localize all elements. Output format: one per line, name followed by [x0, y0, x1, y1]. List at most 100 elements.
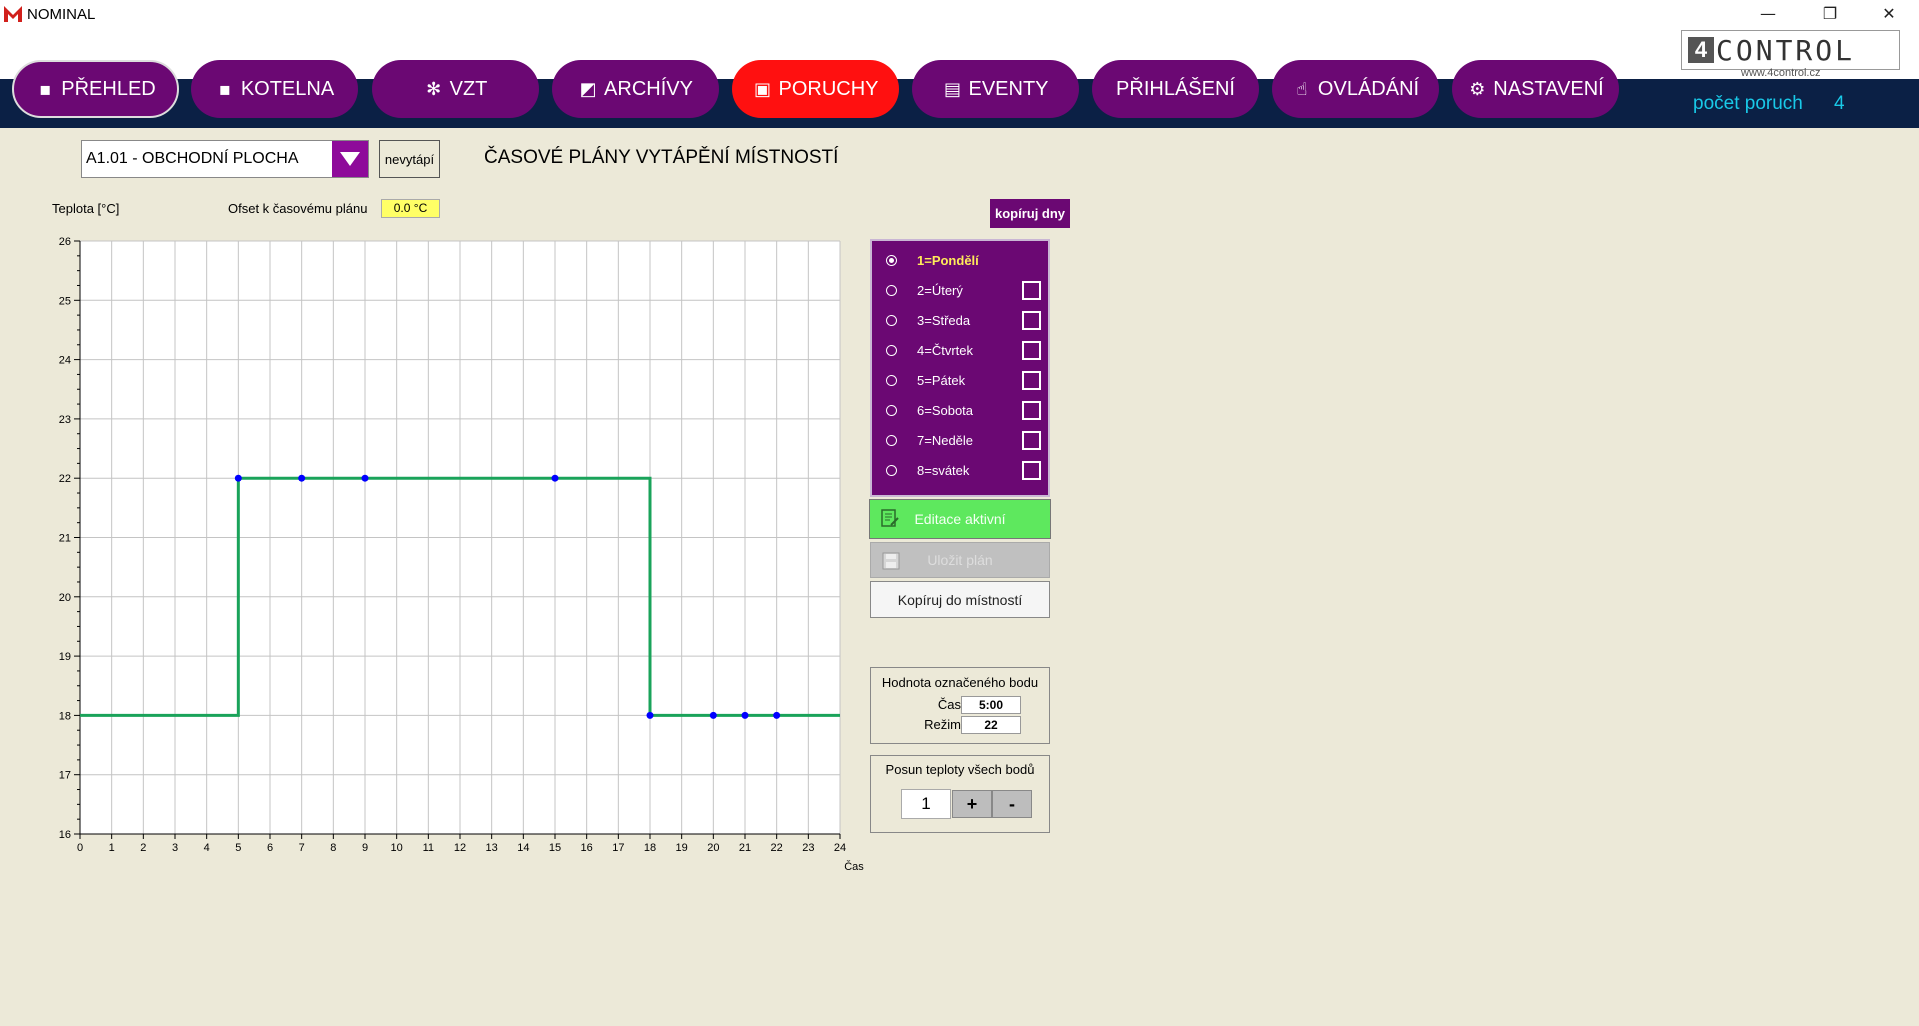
- close-button[interactable]: ✕: [1869, 2, 1909, 26]
- fault-count-label: počet poruch: [1693, 93, 1803, 114]
- x-tick-label: 6: [267, 842, 273, 854]
- days-panel: 1=Pondělí 2=Úterý 3=Středa 4=Čtvrtek 5=Pátek…: [870, 239, 1050, 497]
- copy-days-button[interactable]: kopíruj dny: [990, 199, 1070, 228]
- boiler-icon: ▪: [218, 78, 231, 100]
- nav-ovládání[interactable]: ☝ OVLÁDÁNÍ: [1272, 60, 1439, 118]
- x-tick-label: 13: [486, 842, 498, 854]
- day-radio[interactable]: [886, 464, 897, 476]
- overview-icon: ▪: [39, 78, 52, 100]
- x-tick-label: 12: [454, 842, 466, 854]
- day-copy-checkbox[interactable]: [1022, 370, 1041, 390]
- window-title: NOMINAL: [27, 6, 96, 23]
- day-copy-checkbox[interactable]: [1022, 280, 1041, 300]
- day-radio[interactable]: [886, 314, 897, 326]
- day-copy-checkbox[interactable]: [1022, 430, 1041, 450]
- x-tick-label: 21: [739, 842, 751, 854]
- shift-plus-button[interactable]: +: [952, 790, 992, 818]
- day-label: 5=Pátek: [917, 372, 966, 388]
- x-axis-label: Čas: [844, 860, 864, 873]
- day-row[interactable]: 4=Čtvrtek: [872, 335, 1048, 365]
- schedule-point: [234, 474, 242, 482]
- day-radio[interactable]: [886, 344, 897, 356]
- nav-label: PORUCHY: [778, 77, 879, 100]
- schedule-chart[interactable]: 0 1 2 3 4 5 6 7 8 9 10 11 12 13 14 15 16 17 18 19 20 21 22 23 24…: [0, 220, 880, 880]
- x-tick-label: 5: [235, 842, 241, 854]
- day-radio[interactable]: [886, 374, 897, 386]
- schedule-point: [646, 711, 654, 719]
- room-select[interactable]: A1.01 - OBCHODNÍ PLOCHA: [81, 140, 369, 178]
- day-copy-checkbox[interactable]: [1022, 460, 1041, 480]
- offset-label: Ofset k časovému plánu: [228, 201, 368, 216]
- day-radio[interactable]: [886, 404, 897, 416]
- no-heating-button[interactable]: nevytápí: [379, 140, 440, 178]
- y-tick-label: 18: [59, 710, 71, 722]
- point-time-value[interactable]: 5:00: [961, 696, 1021, 714]
- x-tick-label: 22: [771, 842, 783, 854]
- day-label: 7=Neděle: [917, 432, 974, 448]
- restore-button[interactable]: ❐: [1810, 2, 1850, 26]
- x-tick-label: 15: [549, 842, 561, 854]
- day-row[interactable]: 3=Středa: [872, 305, 1048, 335]
- chart-icon: ◩: [579, 78, 597, 100]
- point-mode-value[interactable]: 22: [961, 716, 1021, 734]
- day-row[interactable]: 6=Sobota: [872, 395, 1048, 425]
- nav-přihlášení[interactable]: PŘIHLÁŠENÍ: [1092, 60, 1259, 118]
- day-row[interactable]: 7=Neděle: [872, 425, 1048, 455]
- schedule-point: [361, 474, 369, 482]
- x-tick-label: 19: [676, 842, 688, 854]
- x-tick-label: 2: [140, 842, 146, 854]
- shift-step-input[interactable]: 1: [901, 789, 951, 819]
- x-tick-label: 9: [362, 842, 368, 854]
- hand-icon: ☝: [1296, 78, 1308, 100]
- x-tick-label: 17: [612, 842, 624, 854]
- day-row[interactable]: 1=Pondělí: [872, 245, 1048, 275]
- edit-active-button[interactable]: Editace aktivní: [869, 499, 1051, 539]
- day-radio[interactable]: [886, 284, 897, 296]
- schedule-point: [773, 711, 781, 719]
- save-plan-button[interactable]: Uložit plán: [870, 542, 1050, 578]
- day-row[interactable]: 8=svátek: [872, 455, 1048, 485]
- x-tick-label: 23: [802, 842, 814, 854]
- nav-poruchy[interactable]: ▣ PORUCHY: [732, 60, 899, 118]
- y-tick-label: 16: [59, 829, 71, 841]
- nav-nastavení[interactable]: ⚙ NASTAVENÍ: [1452, 60, 1619, 118]
- y-tick-label: 21: [59, 533, 71, 545]
- nav-label: EVENTY: [968, 77, 1049, 100]
- shift-minus-button[interactable]: -: [992, 790, 1032, 818]
- x-tick-label: 16: [581, 842, 593, 854]
- minimize-button[interactable]: —: [1748, 2, 1788, 26]
- day-row[interactable]: 2=Úterý: [872, 275, 1048, 305]
- nav-label: PŘIHLÁŠENÍ: [1116, 77, 1235, 100]
- day-label: 2=Úterý: [917, 282, 963, 298]
- day-row[interactable]: 5=Pátek: [872, 365, 1048, 395]
- day-label: 4=Čtvrtek: [917, 342, 973, 358]
- nav-label: ARCHÍVY: [604, 77, 693, 100]
- copy-to-rooms-button[interactable]: Kopíruj do místností: [870, 581, 1050, 618]
- day-label: 3=Středa: [917, 312, 971, 328]
- temperature-shift-box: Posun teploty všech bodů 1 + -: [870, 755, 1050, 833]
- nav-label: NASTAVENÍ: [1493, 77, 1604, 100]
- selected-point-title: Hodnota označeného bodu: [881, 675, 1039, 690]
- nav-eventy[interactable]: ▤ EVENTY: [912, 60, 1079, 118]
- day-copy-checkbox[interactable]: [1022, 310, 1041, 330]
- nav-vzt[interactable]: ✻ VZT: [372, 60, 539, 118]
- schedule-point: [741, 711, 749, 719]
- nav-kotelna[interactable]: ▪ KOTELNA: [191, 60, 358, 118]
- point-mode-label: Režim: [924, 717, 961, 732]
- offset-value: 0.0 °C: [381, 199, 440, 218]
- 4control-logo: 4 CONTROL: [1681, 30, 1900, 70]
- day-radio[interactable]: [886, 254, 897, 266]
- edit-active-label: Editace aktivní: [914, 511, 1006, 527]
- title-bar: NOMINAL — ❐ ✕: [0, 0, 1919, 28]
- day-radio[interactable]: [886, 434, 897, 446]
- nav-přehled[interactable]: ▪ PŘEHLED: [12, 60, 179, 118]
- brand-name: CONTROL: [1716, 33, 1856, 67]
- nav-archívy[interactable]: ◩ ARCHÍVY: [552, 60, 719, 118]
- edit-icon: [881, 509, 899, 527]
- day-copy-checkbox[interactable]: [1022, 340, 1041, 360]
- nav-label: VZT: [449, 77, 488, 100]
- dropdown-arrow-icon[interactable]: [332, 141, 368, 177]
- y-tick-label: 19: [59, 651, 71, 663]
- day-copy-checkbox[interactable]: [1022, 400, 1041, 420]
- x-tick-label: 20: [707, 842, 719, 854]
